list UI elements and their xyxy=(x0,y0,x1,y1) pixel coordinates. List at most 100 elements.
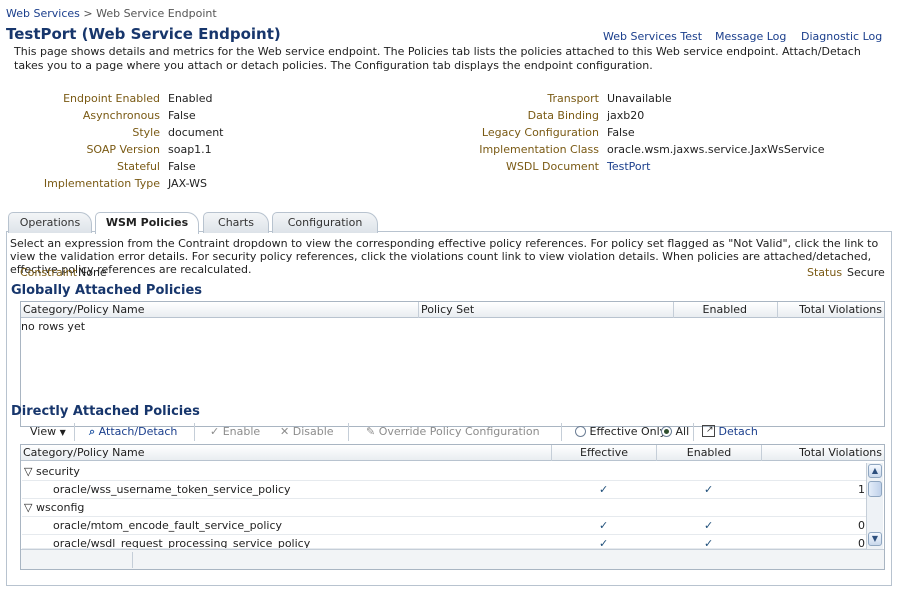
scroll-down-icon[interactable]: ▼ xyxy=(868,532,882,546)
pencil-icon: ✎ xyxy=(366,425,376,438)
tab-wsm-policies[interactable]: WSM Policies xyxy=(95,212,199,234)
vertical-scrollbar[interactable]: ▲ ▼ xyxy=(866,463,883,549)
table-row[interactable]: oracle/wsdl_request_processing_service_p… xyxy=(22,535,868,549)
breadcrumb: Web Services > Web Service Endpoint xyxy=(6,7,217,20)
transport-value: Unavailable xyxy=(607,92,672,105)
asynchronous-label: Asynchronous xyxy=(82,109,160,122)
page-title: TestPort (Web Service Endpoint) xyxy=(6,25,281,43)
scroll-up-icon[interactable]: ▲ xyxy=(868,464,882,478)
effective-check-icon: ✓ xyxy=(599,537,609,549)
diagnostic-log-link[interactable]: Diagnostic Log xyxy=(801,30,882,43)
override-policy-configuration-label: Override Policy Configuration xyxy=(378,425,540,438)
attach-detach-label: Attach/Detach xyxy=(98,425,178,438)
override-policy-configuration-button[interactable]: ✎ Override Policy Configuration xyxy=(366,425,540,439)
table-row[interactable]: oracle/mtom_encode_fault_service_policy … xyxy=(22,517,868,535)
detach-icon: ↗ xyxy=(702,425,715,437)
scroll-thumb[interactable] xyxy=(868,481,882,497)
radio-selected-icon xyxy=(661,426,672,437)
effective-only-label: Effective Only xyxy=(589,425,667,438)
endpoint-enabled-label: Endpoint Enabled xyxy=(63,92,160,105)
toolbar-separator xyxy=(194,423,195,441)
category-name: wsconfig xyxy=(36,501,85,514)
effective-only-radio[interactable]: Effective Only xyxy=(575,425,666,439)
web-services-test-link[interactable]: Web Services Test xyxy=(603,30,702,43)
empty-table-message: no rows yet xyxy=(21,320,86,333)
column-header-category-policy-name[interactable]: Category/Policy Name xyxy=(21,445,552,461)
footer-divider xyxy=(132,552,133,568)
all-radio[interactable]: All xyxy=(661,425,689,439)
column-header-category-policy-name[interactable]: Category/Policy Name xyxy=(21,302,419,318)
legacy-configuration-label: Legacy Configuration xyxy=(481,126,599,139)
direct-policies-header: Category/Policy Name Effective Enabled T… xyxy=(21,445,884,461)
column-header-enabled[interactable]: Enabled xyxy=(657,445,762,461)
asynchronous-value: False xyxy=(168,109,196,122)
page-description: This page shows details and metrics for … xyxy=(14,45,861,72)
enabled-check-icon: ✓ xyxy=(704,519,714,532)
column-header-enabled[interactable]: Enabled xyxy=(674,302,778,318)
paperclip-icon: ⌕ xyxy=(89,425,96,438)
legacy-configuration-value: False xyxy=(607,126,635,139)
view-menu[interactable]: View ▼ xyxy=(30,425,66,440)
policy-name: oracle/wss_username_token_service_policy xyxy=(53,483,291,496)
wsdl-document-link[interactable]: TestPort xyxy=(607,160,650,173)
tab-operations[interactable]: Operations xyxy=(8,212,92,233)
constraint-value[interactable]: None xyxy=(78,266,107,279)
detach-label: Detach xyxy=(718,425,758,438)
status-label: Status xyxy=(807,266,843,279)
enable-label: Enable xyxy=(222,425,261,438)
global-policies-header: Category/Policy Name Policy Set Enabled … xyxy=(21,302,884,318)
status-value: Secure xyxy=(847,266,885,279)
message-log-link[interactable]: Message Log xyxy=(715,30,786,43)
breadcrumb-separator: > xyxy=(83,7,93,20)
tab-configuration[interactable]: Configuration xyxy=(272,212,378,233)
implementation-type-value: JAX-WS xyxy=(168,177,207,190)
disable-button[interactable]: ✕ Disable xyxy=(280,425,334,439)
radio-unselected-icon xyxy=(575,426,586,437)
column-header-total-violations[interactable]: Total Violations xyxy=(778,302,884,318)
tab-charts[interactable]: Charts xyxy=(203,212,269,233)
table-row[interactable]: oracle/wss_username_token_service_policy… xyxy=(22,481,868,499)
policy-name: oracle/mtom_encode_fault_service_policy xyxy=(53,519,283,532)
breadcrumb-web-services-link[interactable]: Web Services xyxy=(6,7,80,20)
soap-version-label: SOAP Version xyxy=(86,143,160,156)
effective-check-icon: ✓ xyxy=(599,519,609,532)
collapse-triangle-icon[interactable]: ▽ xyxy=(24,499,32,517)
constraint-label: Constraint xyxy=(20,266,78,279)
toolbar-separator xyxy=(561,423,562,441)
violations-count: 0 xyxy=(858,537,865,549)
toolbar-separator xyxy=(693,423,694,441)
breadcrumb-current: Web Service Endpoint xyxy=(96,7,217,20)
column-header-policy-set[interactable]: Policy Set xyxy=(419,302,674,318)
global-policies-title: Globally Attached Policies xyxy=(11,283,203,298)
collapse-triangle-icon[interactable]: ▽ xyxy=(24,463,32,481)
enabled-check-icon: ✓ xyxy=(704,483,714,496)
direct-policies-title: Directly Attached Policies xyxy=(11,404,200,419)
disable-label: Disable xyxy=(292,425,334,438)
table-row[interactable]: ▽ wsconfig xyxy=(22,499,868,517)
style-label: Style xyxy=(132,126,160,139)
policies-description: Select an expression from the Contraint … xyxy=(10,237,879,276)
enable-button[interactable]: ✓ Enable xyxy=(210,425,260,439)
column-header-total-violations[interactable]: Total Violations xyxy=(762,445,884,461)
wsdl-document-label: WSDL Document xyxy=(506,160,599,173)
implementation-type-label: Implementation Type xyxy=(43,177,160,190)
violations-count-link[interactable]: 1 xyxy=(858,481,865,499)
view-menu-label: View xyxy=(30,425,57,438)
toolbar-separator xyxy=(74,423,75,441)
transport-label: Transport xyxy=(547,92,599,105)
dropdown-arrow-icon: ▼ xyxy=(59,428,66,437)
policy-name: oracle/wsdl_request_processing_service_p… xyxy=(53,537,311,549)
implementation-class-value: oracle.wsm.jaxws.service.JaxWsService xyxy=(607,143,825,156)
column-header-effective[interactable]: Effective xyxy=(552,445,657,461)
table-footer xyxy=(21,549,884,569)
data-binding-label: Data Binding xyxy=(527,109,599,122)
attach-detach-button[interactable]: ⌕ Attach/Detach xyxy=(89,425,177,439)
style-value: document xyxy=(168,126,224,139)
enabled-check-icon: ✓ xyxy=(704,537,714,549)
toolbar-separator xyxy=(348,423,349,441)
x-icon: ✕ xyxy=(280,425,290,438)
table-row[interactable]: ▽ security xyxy=(22,463,868,481)
check-icon: ✓ xyxy=(210,425,220,438)
endpoint-enabled-value: Enabled xyxy=(168,92,213,105)
detach-button[interactable]: ↗ Detach xyxy=(702,425,758,439)
